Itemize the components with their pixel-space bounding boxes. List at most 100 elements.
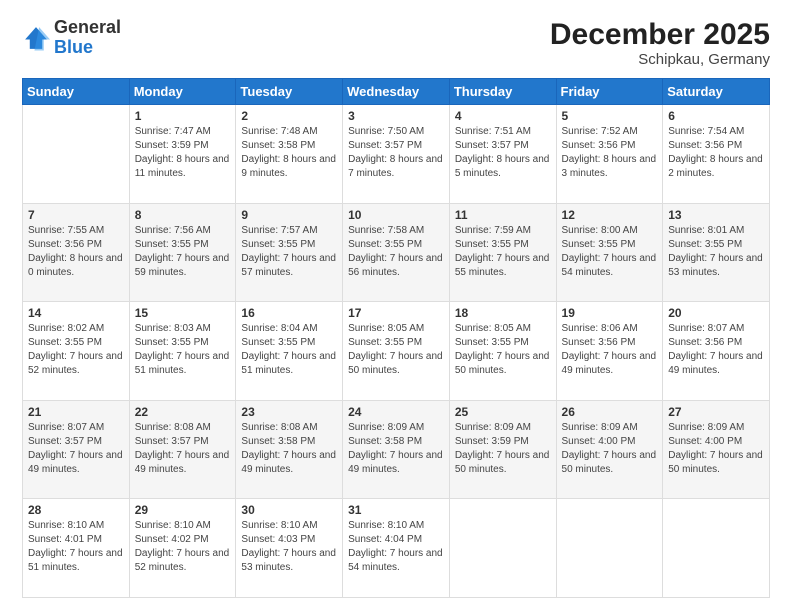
- day-info: Sunrise: 8:06 AMSunset: 3:56 PMDaylight:…: [562, 322, 658, 378]
- day-number: 20: [668, 306, 764, 320]
- day-number: 18: [455, 306, 551, 320]
- calendar-cell: 28Sunrise: 8:10 AMSunset: 4:01 PMDayligh…: [23, 499, 130, 598]
- calendar-week-row: 1Sunrise: 7:47 AMSunset: 3:59 PMDaylight…: [23, 105, 770, 204]
- logo: General Blue: [22, 18, 121, 58]
- day-number: 2: [241, 109, 337, 123]
- calendar-cell: 27 Sunrise: 8:09 AMSunset: 4:00 PMDayligh…: [663, 400, 770, 499]
- calendar-cell: 19 Sunrise: 8:06 AMSunset: 3:56 PMDayligh…: [556, 302, 663, 401]
- day-number: 12: [562, 208, 658, 222]
- day-number: 25: [455, 405, 551, 419]
- calendar-cell: 15 Sunrise: 8:03 AMSunset: 3:55 PMDayligh…: [129, 302, 236, 401]
- calendar-cell: 25 Sunrise: 8:09 AMSunset: 3:59 PMDayligh…: [449, 400, 556, 499]
- day-number: 28: [28, 503, 124, 517]
- day-number: 15: [135, 306, 231, 320]
- day-number: 19: [562, 306, 658, 320]
- day-number: 23: [241, 405, 337, 419]
- calendar-day-header: Saturday: [663, 79, 770, 105]
- day-info: Sunrise: 7:59 AMSunset: 3:55 PMDaylight:…: [455, 224, 551, 280]
- day-info: Sunrise: 8:04 AMSunset: 3:55 PMDaylight:…: [241, 322, 337, 378]
- logo-general-text: General: [54, 17, 121, 37]
- calendar-cell: 18Sunrise: 8:05 AMSunset: 3:55 PMDayligh…: [449, 302, 556, 401]
- day-info: Sunrise: 8:10 AMSunset: 4:04 PMDaylight:…: [348, 519, 444, 575]
- day-number: 8: [135, 208, 231, 222]
- calendar-week-row: 28Sunrise: 8:10 AMSunset: 4:01 PMDayligh…: [23, 499, 770, 598]
- calendar-cell: 5 Sunrise: 7:52 AMSunset: 3:56 PMDaylight…: [556, 105, 663, 204]
- day-info: Sunrise: 8:03 AMSunset: 3:55 PMDaylight:…: [135, 322, 231, 378]
- day-number: 22: [135, 405, 231, 419]
- calendar-cell: 24 Sunrise: 8:09 AMSunset: 3:58 PMDayligh…: [343, 400, 450, 499]
- subtitle: Schipkau, Germany: [550, 51, 770, 68]
- calendar-cell: 3Sunrise: 7:50 AMSunset: 3:57 PMDaylight…: [343, 105, 450, 204]
- day-info: Sunrise: 8:09 AMSunset: 4:00 PMDaylight:…: [668, 421, 764, 477]
- day-number: 30: [241, 503, 337, 517]
- day-info: Sunrise: 8:01 AMSunset: 3:55 PMDaylight:…: [668, 224, 764, 280]
- calendar-day-header: Tuesday: [236, 79, 343, 105]
- day-number: 16: [241, 306, 337, 320]
- day-info: Sunrise: 8:10 AMSunset: 4:03 PMDaylight:…: [241, 519, 337, 575]
- day-number: 26: [562, 405, 658, 419]
- day-number: 10: [348, 208, 444, 222]
- day-number: 9: [241, 208, 337, 222]
- day-info: Sunrise: 7:52 AMSunset: 3:56 PMDaylight:…: [562, 125, 658, 181]
- day-number: 3: [348, 109, 444, 123]
- day-number: 27: [668, 405, 764, 419]
- day-info: Sunrise: 7:57 AMSunset: 3:55 PMDaylight:…: [241, 224, 337, 280]
- day-info: Sunrise: 8:10 AMSunset: 4:02 PMDaylight:…: [135, 519, 231, 575]
- calendar-cell: 22 Sunrise: 8:08 AMSunset: 3:57 PMDayligh…: [129, 400, 236, 499]
- day-info: Sunrise: 8:00 AMSunset: 3:55 PMDaylight:…: [562, 224, 658, 280]
- day-number: 13: [668, 208, 764, 222]
- calendar-cell: 17 Sunrise: 8:05 AMSunset: 3:55 PMDayligh…: [343, 302, 450, 401]
- calendar-cell: [23, 105, 130, 204]
- day-info: Sunrise: 8:08 AMSunset: 3:58 PMDaylight:…: [241, 421, 337, 477]
- calendar-cell: 21Sunrise: 8:07 AMSunset: 3:57 PMDayligh…: [23, 400, 130, 499]
- day-info: Sunrise: 8:02 AMSunset: 3:55 PMDaylight:…: [28, 322, 124, 378]
- title-block: December 2025 Schipkau, Germany: [550, 18, 770, 68]
- calendar-cell: 1Sunrise: 7:47 AMSunset: 3:59 PMDaylight…: [129, 105, 236, 204]
- calendar-cell: 2 Sunrise: 7:48 AMSunset: 3:58 PMDaylight…: [236, 105, 343, 204]
- calendar-cell: 23 Sunrise: 8:08 AMSunset: 3:58 PMDayligh…: [236, 400, 343, 499]
- calendar-day-header: Friday: [556, 79, 663, 105]
- calendar-cell: [663, 499, 770, 598]
- day-number: 17: [348, 306, 444, 320]
- day-number: 1: [135, 109, 231, 123]
- day-info: Sunrise: 8:09 AMSunset: 4:00 PMDaylight:…: [562, 421, 658, 477]
- calendar-cell: 16 Sunrise: 8:04 AMSunset: 3:55 PMDayligh…: [236, 302, 343, 401]
- calendar-cell: [449, 499, 556, 598]
- calendar-cell: 31Sunrise: 8:10 AMSunset: 4:04 PMDayligh…: [343, 499, 450, 598]
- day-info: Sunrise: 8:05 AMSunset: 3:55 PMDaylight:…: [348, 322, 444, 378]
- calendar-cell: 6Sunrise: 7:54 AMSunset: 3:56 PMDaylight…: [663, 105, 770, 204]
- calendar-cell: 30 Sunrise: 8:10 AMSunset: 4:03 PMDayligh…: [236, 499, 343, 598]
- calendar-cell: 7Sunrise: 7:55 AMSunset: 3:56 PMDaylight…: [23, 203, 130, 302]
- calendar-cell: 11 Sunrise: 7:59 AMSunset: 3:55 PMDayligh…: [449, 203, 556, 302]
- day-number: 14: [28, 306, 124, 320]
- calendar-header-row: SundayMondayTuesdayWednesdayThursdayFrid…: [23, 79, 770, 105]
- calendar-table: SundayMondayTuesdayWednesdayThursdayFrid…: [22, 78, 770, 598]
- calendar-week-row: 14 Sunrise: 8:02 AMSunset: 3:55 PMDayligh…: [23, 302, 770, 401]
- calendar-day-header: Monday: [129, 79, 236, 105]
- day-number: 7: [28, 208, 124, 222]
- calendar-day-header: Thursday: [449, 79, 556, 105]
- day-info: Sunrise: 8:08 AMSunset: 3:57 PMDaylight:…: [135, 421, 231, 477]
- calendar-cell: 29Sunrise: 8:10 AMSunset: 4:02 PMDayligh…: [129, 499, 236, 598]
- day-info: Sunrise: 8:07 AMSunset: 3:56 PMDaylight:…: [668, 322, 764, 378]
- calendar-cell: 26 Sunrise: 8:09 AMSunset: 4:00 PMDayligh…: [556, 400, 663, 499]
- day-info: Sunrise: 8:07 AMSunset: 3:57 PMDaylight:…: [28, 421, 124, 477]
- day-number: 24: [348, 405, 444, 419]
- day-info: Sunrise: 7:48 AMSunset: 3:58 PMDaylight:…: [241, 125, 337, 181]
- calendar-cell: 12 Sunrise: 8:00 AMSunset: 3:55 PMDayligh…: [556, 203, 663, 302]
- day-number: 11: [455, 208, 551, 222]
- day-number: 4: [455, 109, 551, 123]
- logo-icon: [22, 24, 50, 52]
- calendar-day-header: Wednesday: [343, 79, 450, 105]
- calendar-cell: 14 Sunrise: 8:02 AMSunset: 3:55 PMDayligh…: [23, 302, 130, 401]
- calendar-cell: 13 Sunrise: 8:01 AMSunset: 3:55 PMDayligh…: [663, 203, 770, 302]
- page: General Blue December 2025 Schipkau, Ger…: [0, 0, 792, 612]
- calendar-cell: 4Sunrise: 7:51 AMSunset: 3:57 PMDaylight…: [449, 105, 556, 204]
- day-info: Sunrise: 8:09 AMSunset: 3:59 PMDaylight:…: [455, 421, 551, 477]
- calendar-day-header: Sunday: [23, 79, 130, 105]
- day-info: Sunrise: 8:09 AMSunset: 3:58 PMDaylight:…: [348, 421, 444, 477]
- calendar-cell: 9 Sunrise: 7:57 AMSunset: 3:55 PMDaylight…: [236, 203, 343, 302]
- month-title: December 2025: [550, 18, 770, 51]
- day-number: 5: [562, 109, 658, 123]
- logo-blue-text: Blue: [54, 37, 93, 57]
